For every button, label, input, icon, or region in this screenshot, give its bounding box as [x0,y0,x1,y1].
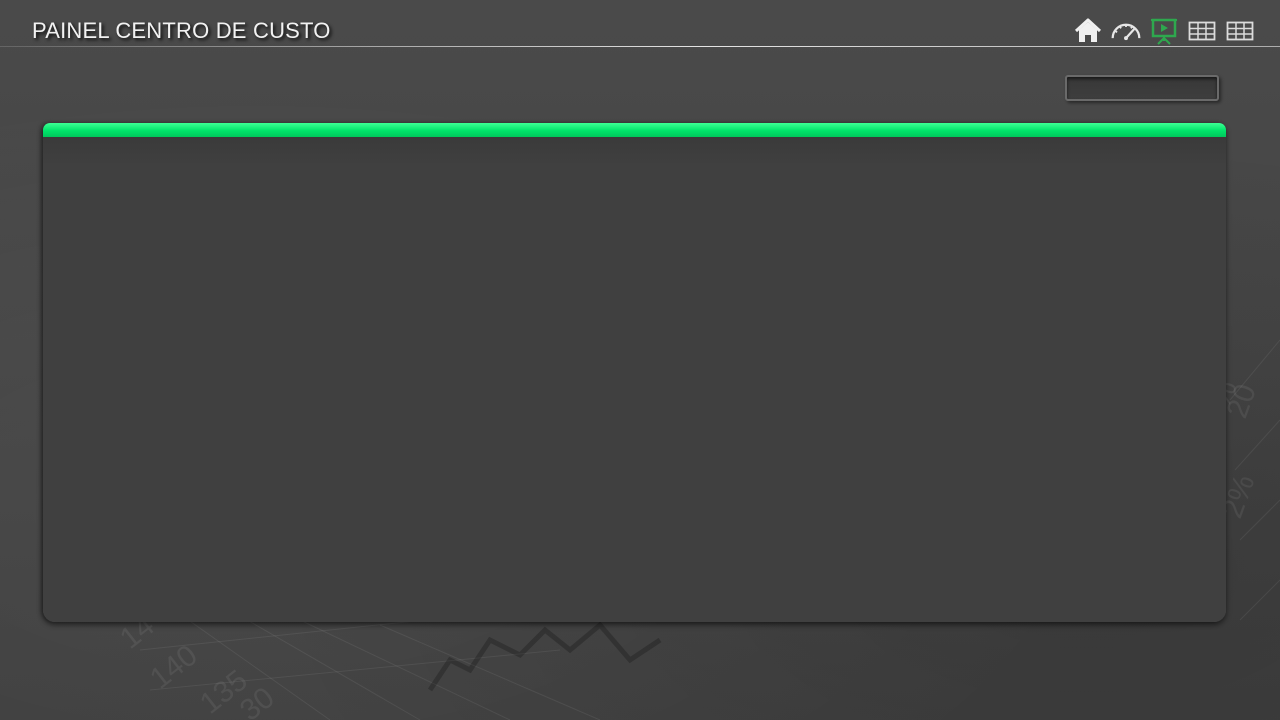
presentation-button[interactable] [1148,16,1180,46]
dashboard-screen: 140 135 30 14 20 % 2% PAINEL CENTRO DE C… [0,0,1280,720]
table-button[interactable] [1186,16,1218,46]
home-button[interactable] [1072,16,1104,46]
table-button[interactable] [1224,16,1256,46]
panel-body [43,137,1226,622]
nav-toolbar [1072,16,1256,46]
background-number: 30 [234,681,281,720]
table-icon [1188,21,1216,41]
content-panel [43,123,1226,622]
panel-accent-bar [43,123,1226,137]
filter-input-box[interactable] [1065,75,1219,101]
table-icon [1226,21,1254,41]
speedometer-icon [1111,23,1141,41]
background-number: 140 [144,639,204,696]
page-title: PAINEL CENTRO DE CUSTO [32,18,331,43]
background-number: 135 [194,664,254,720]
presentation-icon [1151,18,1177,45]
title-divider [0,46,1280,47]
home-icon [1074,18,1102,42]
speedometer-button[interactable] [1110,16,1142,46]
background-number: 20 [1221,380,1263,423]
